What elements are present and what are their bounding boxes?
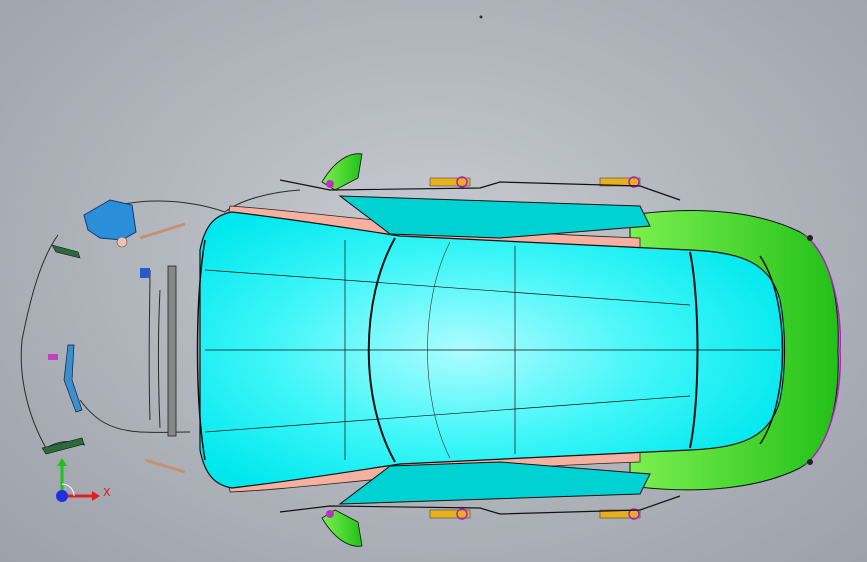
coordinate-triad: X bbox=[44, 456, 114, 516]
washer-reservoir[interactable] bbox=[83, 199, 137, 248]
marker-dot bbox=[479, 15, 483, 19]
hood-latch-cable[interactable] bbox=[48, 344, 83, 413]
side-mirror-top[interactable] bbox=[321, 153, 363, 191]
cad-viewport[interactable] bbox=[0, 0, 867, 562]
x-axis-label: X bbox=[103, 486, 111, 499]
car-body[interactable] bbox=[196, 195, 839, 505]
z-axis-dot bbox=[56, 490, 68, 502]
gas-strut-bottom[interactable] bbox=[144, 458, 186, 474]
x-axis-head bbox=[92, 491, 100, 501]
y-axis-head bbox=[57, 458, 67, 466]
side-mirror-bottom[interactable] bbox=[321, 509, 363, 547]
gas-strut-top[interactable] bbox=[139, 222, 186, 240]
hood-hinge-right[interactable] bbox=[41, 437, 85, 455]
hood-hinge-left[interactable] bbox=[51, 244, 81, 259]
